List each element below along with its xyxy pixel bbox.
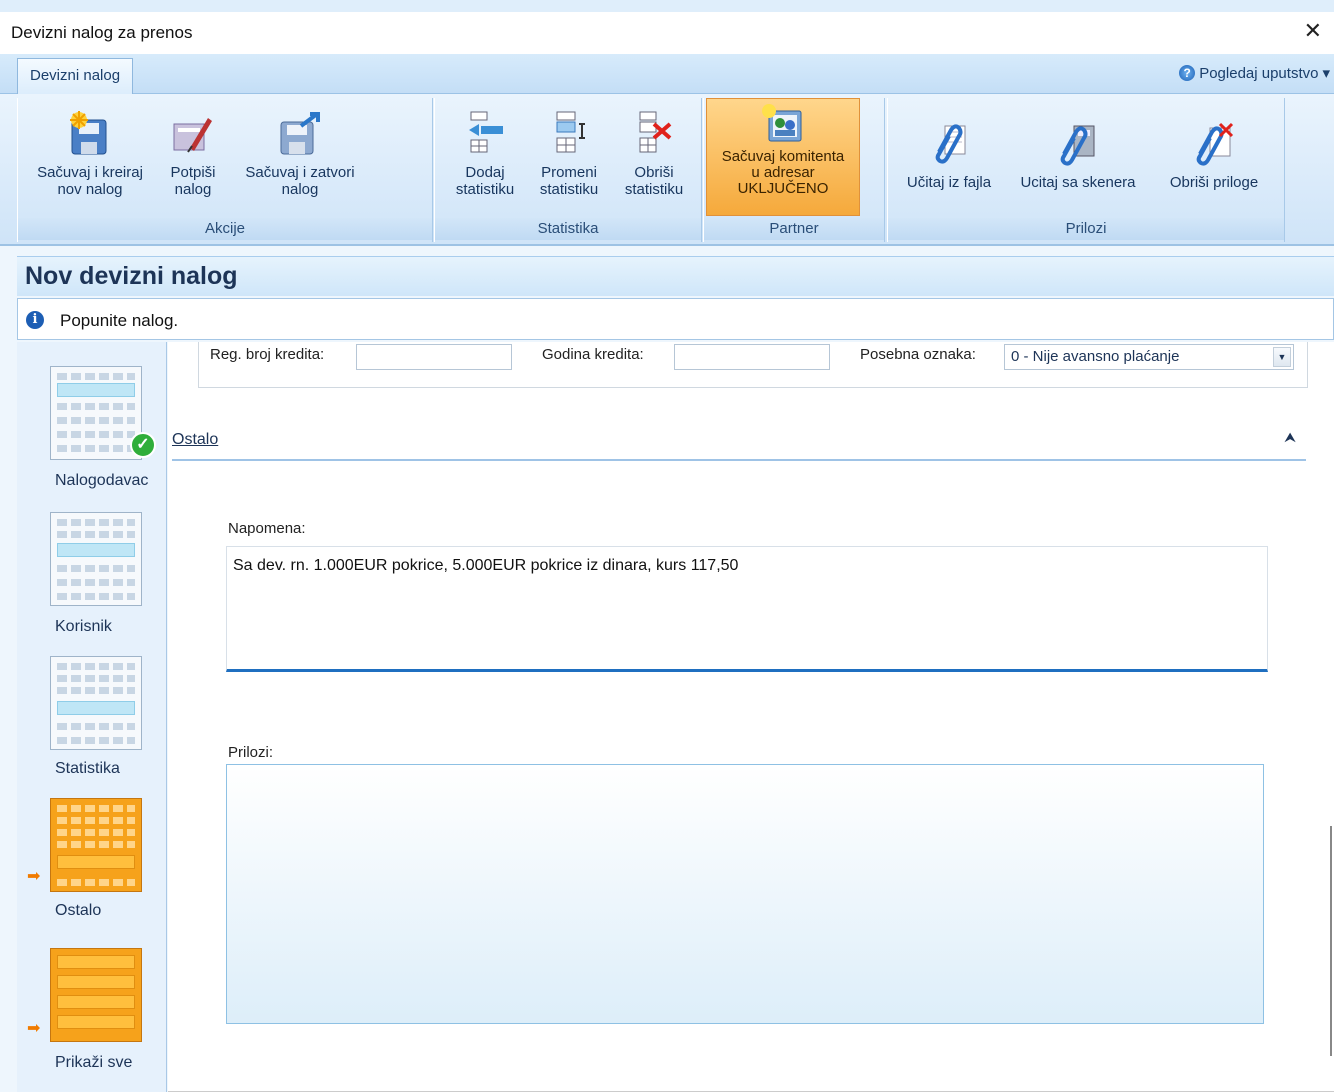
add-stat-icon xyxy=(469,111,503,153)
save-close-label-2: nalog xyxy=(281,181,319,198)
main-area: Nov devizni nalog i Popunite nalog. ✓ Na… xyxy=(0,246,1334,1092)
save-close-label-1: Sačuvaj i zatvori xyxy=(245,164,355,181)
napomena-label: Napomena: xyxy=(228,520,306,537)
save-new-label-1: Sačuvaj i kreiraj xyxy=(37,164,143,181)
check-icon: ✓ xyxy=(130,432,156,458)
reg-broj-label: Reg. broj kredita: xyxy=(210,346,325,363)
save-client-toggle-button[interactable]: Sačuvaj komitenta u adresar UKLJUČENO xyxy=(706,98,860,216)
group-label-statistika: Statistika xyxy=(435,218,701,240)
delete-attachments-label: Obriši priloge xyxy=(1169,174,1259,191)
current-step-arrow-icon: ➡ xyxy=(27,868,41,885)
vertical-scrollbar[interactable] xyxy=(1326,826,1332,1056)
napomena-textarea[interactable]: Sa dev. rn. 1.000EUR pokrice, 5.000EUR p… xyxy=(226,546,1268,672)
scanner-icon xyxy=(1060,125,1095,166)
save-client-label-2: u adresar xyxy=(751,164,815,181)
add-stat-label-1: Dodaj xyxy=(465,164,505,181)
reg-broj-input[interactable] xyxy=(356,344,512,370)
delete-stat-icon xyxy=(639,111,672,153)
save-new-button[interactable]: Sačuvaj i kreiraj nov nalog xyxy=(26,110,154,198)
info-bar: i Popunite nalog. xyxy=(17,298,1334,340)
chevron-down-icon: ▾ xyxy=(1322,65,1330,82)
chevron-down-icon[interactable]: ▼ xyxy=(1273,347,1291,367)
save-client-label-3: UKLJUČENO xyxy=(737,180,829,197)
info-message: Popunite nalog. xyxy=(60,311,179,330)
close-icon[interactable]: ✕ xyxy=(1304,18,1322,44)
nav-label: Statistika xyxy=(55,760,120,777)
ribbon: Sačuvaj i kreiraj nov nalog Potpiši nalo… xyxy=(0,94,1334,246)
nav-thumb xyxy=(50,656,142,750)
section-title: Ostalo xyxy=(172,431,219,448)
group-statistika: Dodaj statistiku Promeni statistiku Obri… xyxy=(434,98,702,242)
delete-stat-button[interactable]: Obriši statistiku xyxy=(615,110,693,198)
change-stat-icon xyxy=(556,111,585,153)
nav-label: Ostalo xyxy=(55,902,102,919)
nav-thumb xyxy=(50,798,142,892)
godina-label: Godina kredita: xyxy=(542,346,644,363)
step-navigation: ✓ Nalogodavac Korisnik Statistika ➡ Osta… xyxy=(17,342,167,1092)
current-step-arrow-icon: ➡ xyxy=(27,1020,41,1037)
nav-label: Prikaži sve xyxy=(55,1054,133,1071)
posebna-select[interactable]: 0 - Nije avansno plaćanje ▼ xyxy=(1004,344,1294,370)
form-content: Reg. broj kredita: Godina kredita: Poseb… xyxy=(168,342,1334,1092)
save-new-icon xyxy=(70,111,107,155)
nav-thumb xyxy=(50,948,142,1042)
sign-label-2: nalog xyxy=(174,181,212,198)
change-stat-button[interactable]: Promeni statistiku xyxy=(531,110,607,198)
help-icon: ? xyxy=(1179,65,1196,81)
ribbon-tab-bar: Devizni nalog ? Pogledaj uputstvo ▾ xyxy=(0,54,1334,94)
save-new-label-2: nov nalog xyxy=(57,181,123,198)
sign-label-1: Potpiši xyxy=(170,164,216,181)
collapse-icon[interactable]: ⮝ xyxy=(1284,429,1296,446)
save-close-icon xyxy=(280,112,320,155)
group-label-partner: Partner xyxy=(704,218,884,240)
address-book-icon xyxy=(762,104,802,142)
sign-button[interactable]: Potpiši nalog xyxy=(160,110,226,198)
group-prilozi: Učitaj iz fajla Ucitaj sa skenera Obriši… xyxy=(887,98,1285,242)
load-scanner-label: Ucitaj sa skenera xyxy=(1020,174,1136,191)
window-title: Devizni nalog za prenos xyxy=(11,23,193,42)
section-ostalo-header[interactable]: Ostalo ⮝ xyxy=(172,429,1306,461)
change-stat-label-1: Promeni xyxy=(541,164,597,181)
load-file-label: Učitaj iz fajla xyxy=(906,174,992,191)
load-scanner-button[interactable]: Ucitaj sa skenera xyxy=(1006,122,1150,191)
save-client-label-1: Sačuvaj komitenta xyxy=(721,148,845,165)
delete-stat-label-1: Obriši xyxy=(634,164,674,181)
group-label-akcije: Akcije xyxy=(18,218,432,240)
attachments-list[interactable] xyxy=(226,764,1264,1024)
add-stat-button[interactable]: Dodaj statistiku xyxy=(447,110,523,198)
nav-thumb xyxy=(50,366,142,460)
change-stat-label-2: statistiku xyxy=(539,181,599,198)
napomena-value: Sa dev. rn. 1.000EUR pokrice, 5.000EUR p… xyxy=(233,557,739,574)
nav-label: Korisnik xyxy=(55,618,112,635)
info-icon: i xyxy=(26,311,44,329)
load-file-button[interactable]: Učitaj iz fajla xyxy=(894,122,1004,191)
nav-thumb xyxy=(50,512,142,606)
paperclip-icon xyxy=(935,124,966,164)
nav-label: Nalogodavac xyxy=(55,472,149,489)
posebna-value: 0 - Nije avansno plaćanje xyxy=(1011,348,1180,365)
tab-devizni-nalog[interactable]: Devizni nalog xyxy=(17,58,134,94)
add-stat-label-2: statistiku xyxy=(455,181,515,198)
godina-input[interactable] xyxy=(674,344,830,370)
delete-clip-icon xyxy=(1196,122,1234,166)
delete-stat-label-2: statistiku xyxy=(624,181,684,198)
posebna-label: Posebna oznaka: xyxy=(860,346,976,363)
save-close-button[interactable]: Sačuvaj i zatvori nalog xyxy=(232,110,368,198)
group-akcije: Sačuvaj i kreiraj nov nalog Potpiši nalo… xyxy=(17,98,433,242)
help-label: Pogledaj uputstvo xyxy=(1199,64,1319,82)
group-label-prilozi: Prilozi xyxy=(888,218,1284,240)
window-titlebar: Devizni nalog za prenos ✕ xyxy=(0,12,1334,54)
page-header: Nov devizni nalog xyxy=(17,256,1334,296)
prilozi-label: Prilozi: xyxy=(228,744,274,761)
sign-icon xyxy=(173,118,212,153)
page-title: Nov devizni nalog xyxy=(25,262,238,290)
help-link[interactable]: ? Pogledaj uputstvo ▾ xyxy=(1179,64,1330,82)
group-partner: Sačuvaj komitenta u adresar UKLJUČENO Pa… xyxy=(703,98,885,242)
delete-attachments-button[interactable]: Obriši priloge xyxy=(1156,122,1272,191)
